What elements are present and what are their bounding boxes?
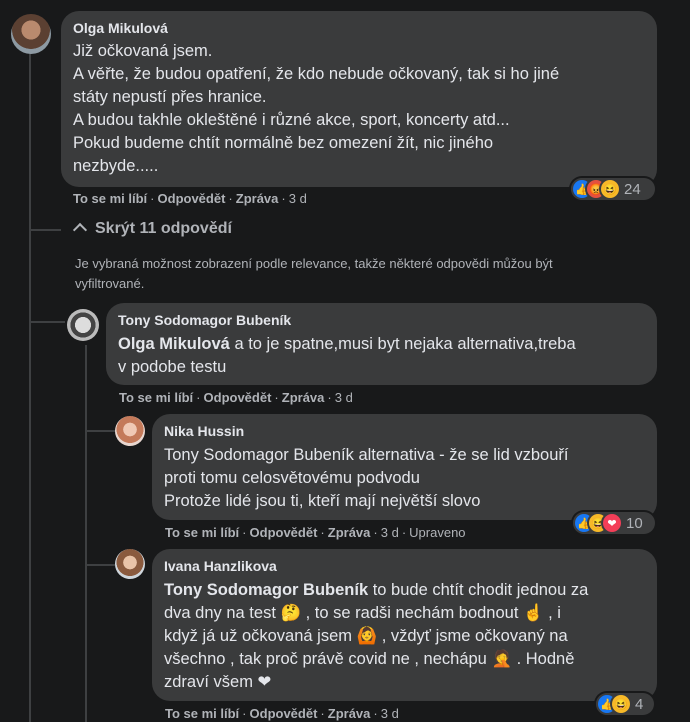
reaction-summary[interactable]: 👍 😆 ❤ 10: [573, 512, 655, 534]
thread-branch-reply1: [31, 321, 65, 323]
message-link[interactable]: Zpráva: [236, 191, 279, 206]
reaction-summary[interactable]: 👍 😡 😆 24: [571, 178, 655, 200]
comment-actions: To se mi líbí · Odpovědět · Zpráva · 3 d: [73, 191, 307, 206]
haha-reaction-icon: 😆: [601, 180, 619, 198]
reply-link[interactable]: Odpovědět: [250, 525, 318, 540]
timestamp[interactable]: 3 d: [381, 706, 399, 721]
thread-line-sub: [85, 345, 87, 722]
edited-label: Upraveno: [409, 525, 466, 540]
comment-bubble: Tony Sodomagor Bubeník Olga Mikulová a t…: [106, 303, 657, 385]
timestamp[interactable]: 3 d: [381, 525, 399, 540]
reaction-summary[interactable]: 👍 😆 4: [596, 693, 654, 715]
love-reaction-icon: ❤: [603, 514, 621, 532]
comment-author[interactable]: Tony Sodomagor Bubeník: [118, 311, 645, 329]
timestamp[interactable]: 3 d: [289, 191, 307, 206]
thread-line-main: [29, 52, 31, 722]
like-link[interactable]: To se mi líbí: [165, 706, 239, 721]
timestamp[interactable]: 3 d: [335, 390, 353, 405]
chevron-up-icon: [72, 222, 88, 238]
comment-text: Tony Sodomagor Bubeník alternativa - že …: [164, 446, 569, 510]
mention-link[interactable]: Tony Sodomagor Bubeník: [164, 581, 368, 599]
comment-actions: To se mi líbí · Odpovědět · Zpráva · 3 d: [119, 390, 353, 405]
like-link[interactable]: To se mi líbí: [119, 390, 193, 405]
thread-branch-hide: [31, 229, 61, 231]
comment-bubble: Ivana Hanzlikova Tony Sodomagor Bubeník …: [152, 549, 657, 701]
reaction-count: 10: [626, 514, 643, 532]
comment-author[interactable]: Nika Hussin: [164, 422, 645, 440]
reaction-count: 4: [635, 695, 644, 713]
comment-author[interactable]: Ivana Hanzlikova: [164, 557, 645, 575]
comment-text: Již očkovaná jsem. A věřte, že budou opa…: [73, 42, 560, 175]
comment-bubble: Olga Mikulová Již očkovaná jsem. A věřte…: [61, 11, 657, 187]
relevance-note: Je vybraná možnost zobrazení podle relev…: [75, 256, 553, 291]
reply-link[interactable]: Odpovědět: [204, 390, 272, 405]
thread-branch-reply3: [87, 564, 115, 566]
hide-replies-toggle[interactable]: Skrýt 11 odpovědí: [72, 220, 232, 238]
comment-actions: To se mi líbí · Odpovědět · Zpráva · 3 d: [165, 706, 399, 721]
reply-link[interactable]: Odpovědět: [158, 191, 226, 206]
mention-link[interactable]: Olga Mikulová: [118, 335, 230, 353]
reply-link[interactable]: Odpovědět: [250, 706, 318, 721]
comment-bubble: Nika Hussin Tony Sodomagor Bubeník alter…: [152, 414, 657, 520]
avatar[interactable]: [115, 416, 145, 446]
avatar[interactable]: [115, 549, 145, 579]
like-link[interactable]: To se mi líbí: [73, 191, 147, 206]
haha-reaction-icon: 😆: [612, 695, 630, 713]
message-link[interactable]: Zpráva: [328, 706, 371, 721]
comment-text: Olga Mikulová a to je spatne,musi byt ne…: [118, 335, 576, 376]
comment-text: Tony Sodomagor Bubeník to bude chtít cho…: [164, 581, 589, 691]
avatar[interactable]: [67, 309, 99, 341]
reaction-count: 24: [624, 180, 641, 198]
message-link[interactable]: Zpráva: [328, 525, 371, 540]
avatar[interactable]: [11, 14, 51, 54]
like-link[interactable]: To se mi líbí: [165, 525, 239, 540]
message-link[interactable]: Zpráva: [282, 390, 325, 405]
thread-branch-reply2: [87, 430, 115, 432]
comment-actions: To se mi líbí · Odpovědět · Zpráva · 3 d · Uprav…: [165, 525, 466, 540]
comment-author[interactable]: Olga Mikulová: [73, 19, 645, 37]
